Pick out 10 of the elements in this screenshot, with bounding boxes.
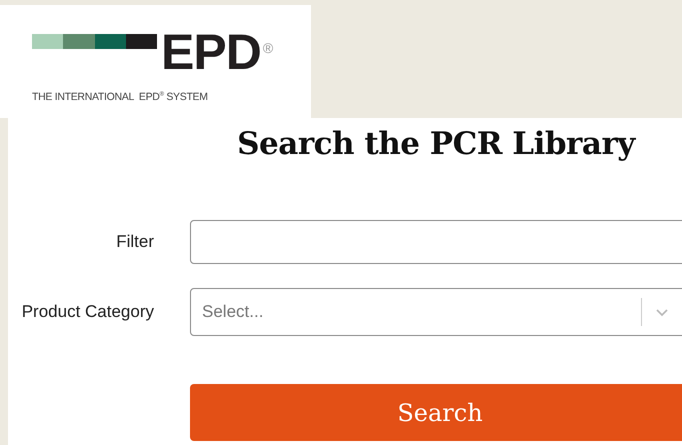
- chevron-down-icon: [655, 307, 669, 317]
- category-select[interactable]: Select...: [190, 288, 682, 336]
- page-title: Search the PCR Library: [236, 126, 637, 162]
- field-label: Filter: [116, 232, 154, 252]
- field-label: Product Category: [22, 302, 154, 322]
- search-button[interactable]: Search: [190, 384, 682, 441]
- logo-bars-icon: [32, 34, 157, 49]
- filter-input[interactable]: [190, 220, 682, 264]
- logo-tagline: THE INTERNATIONAL EPD$^{®}$ SYSTEM: [32, 91, 209, 103]
- logo-wordmark: EPD$^{®}$: [161, 29, 272, 75]
